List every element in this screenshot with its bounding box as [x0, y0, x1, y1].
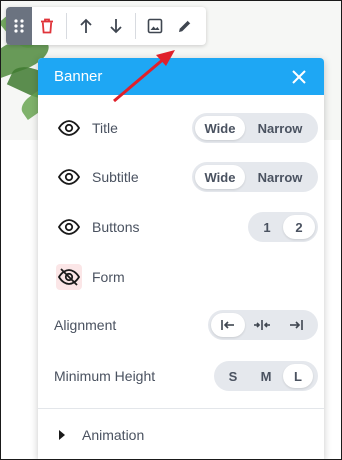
align-left-icon [221, 320, 234, 330]
alignment-row: Alignment [38, 308, 324, 342]
align-center-icon [254, 320, 270, 330]
min-height-toggle: S M L [214, 361, 318, 391]
subtitle-row: Subtitle Wide Narrow [38, 160, 324, 194]
animation-section-toggle[interactable]: Animation [38, 420, 324, 450]
align-right-icon [290, 320, 303, 330]
min-height-m-option[interactable]: M [249, 364, 283, 388]
align-left-option[interactable] [211, 313, 245, 337]
alignment-label: Alignment [54, 317, 117, 333]
buttons-count-1-option[interactable]: 1 [251, 215, 283, 239]
min-height-l-option[interactable]: L [283, 364, 313, 388]
title-label: Title [92, 120, 118, 136]
min-height-row: Minimum Height S M L [38, 359, 324, 393]
subtitle-width-toggle: Wide Narrow [192, 162, 318, 192]
buttons-label: Buttons [92, 219, 140, 235]
buttons-count-2-option[interactable]: 2 [283, 215, 315, 239]
eye-icon[interactable] [56, 214, 82, 240]
buttons-row: Buttons 1 2 [38, 210, 324, 244]
caret-right-icon [59, 430, 65, 440]
alignment-toggle [208, 310, 318, 340]
min-height-s-option[interactable]: S [217, 364, 249, 388]
form-label: Form [92, 269, 125, 285]
section-divider [38, 408, 324, 409]
subtitle-label: Subtitle [92, 169, 139, 185]
eye-icon[interactable] [56, 164, 82, 190]
form-row: Form [38, 260, 324, 294]
align-center-option[interactable] [245, 313, 279, 337]
eye-off-icon[interactable] [56, 264, 82, 290]
min-height-label: Minimum Height [54, 368, 156, 384]
animation-label: Animation [82, 427, 145, 443]
buttons-count-toggle: 1 2 [248, 212, 318, 242]
subtitle-wide-option[interactable]: Wide [195, 165, 245, 189]
align-right-option[interactable] [279, 313, 313, 337]
annotation-arrow [113, 50, 175, 103]
subtitle-narrow-option[interactable]: Narrow [245, 165, 315, 189]
